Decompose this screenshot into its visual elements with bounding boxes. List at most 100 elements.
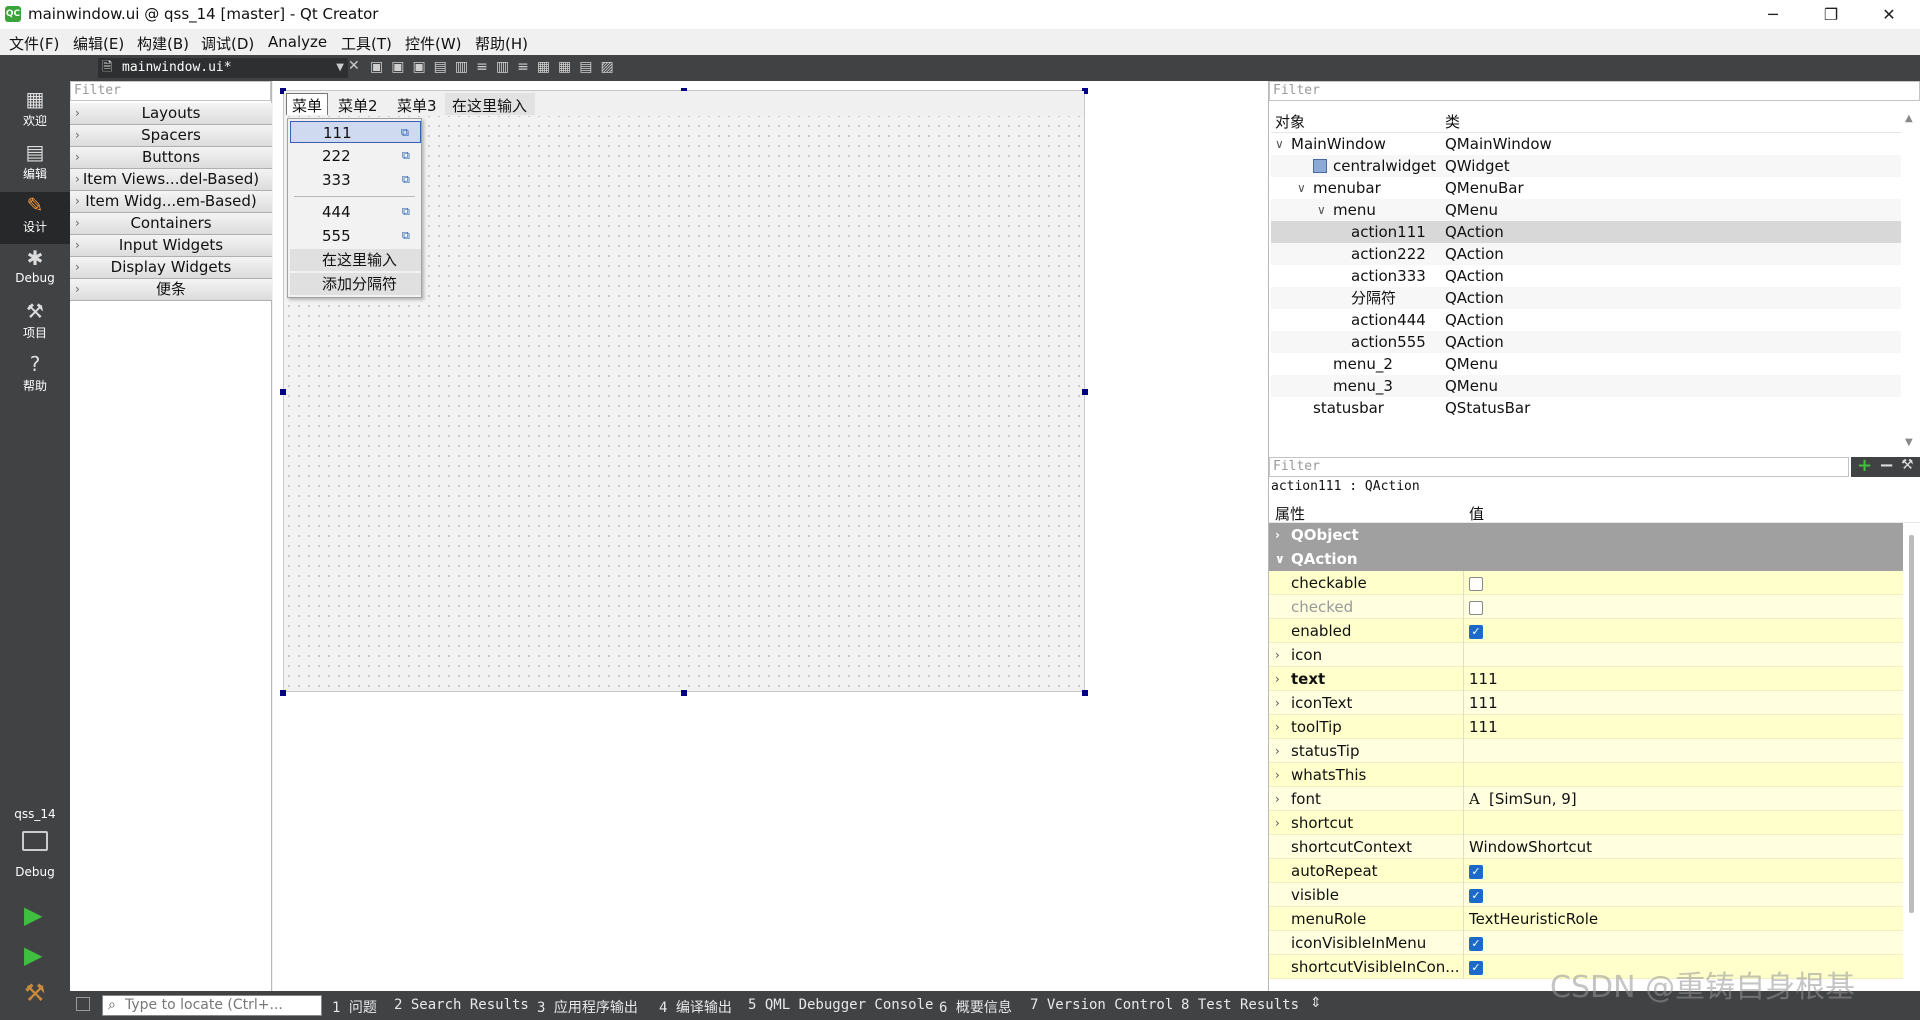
property-value[interactable]: [SimSun, 9]	[1489, 787, 1577, 811]
object-tree-row[interactable]: ∨ menubar QMenuBar	[1271, 177, 1901, 199]
more-tabs-icon[interactable]: ⇕	[1310, 995, 1322, 1011]
open-document-combo[interactable]: 🗎 mainwindow.ui* ▼	[98, 58, 348, 78]
property-row[interactable]: › toolTip 111	[1269, 715, 1903, 739]
object-tree-row[interactable]: menu_3 QMenu	[1271, 375, 1901, 397]
category-item-widgets[interactable]: › Item Widg...em-Based)	[70, 191, 272, 213]
property-checkbox[interactable]: ✓	[1469, 625, 1483, 639]
object-tree-row[interactable]: 分隔符 QAction	[1271, 287, 1901, 309]
popup-separator[interactable]	[294, 196, 415, 197]
property-row[interactable]: menuRole TextHeuristicRole	[1269, 907, 1903, 931]
remove-property-icon[interactable]: −	[1879, 455, 1894, 476]
tab-qml-console[interactable]: 5 QML Debugger Console	[748, 997, 933, 1013]
mode-welcome[interactable]: ▦ 欢迎	[0, 86, 70, 138]
mode-design[interactable]: ✎ 设计	[0, 192, 70, 244]
tab-general-messages[interactable]: 6 概要信息	[939, 997, 1012, 1017]
property-value[interactable]: TextHeuristicRole	[1469, 907, 1598, 931]
mode-debug[interactable]: ✱ Debug	[0, 245, 70, 297]
locator-input[interactable]: ⌕ Type to locate (Ctrl+...	[102, 995, 322, 1016]
chevron-right-icon[interactable]: ›	[1275, 643, 1280, 667]
object-tree-row[interactable]: ∨ menu QMenu	[1271, 199, 1901, 221]
property-scrollbar[interactable]	[1905, 523, 1919, 989]
object-tree-row[interactable]: statusbar QStatusBar	[1271, 397, 1901, 419]
menu-file[interactable]: 文件(F)	[9, 33, 59, 54]
tab-test-results[interactable]: 8 Test Results	[1181, 997, 1299, 1013]
menu-edit[interactable]: 编辑(E)	[73, 33, 124, 54]
minimize-button[interactable]: ─	[1744, 0, 1802, 29]
chevron-right-icon[interactable]: ›	[1275, 691, 1280, 715]
chevron-right-icon[interactable]: ›	[1275, 739, 1280, 763]
mode-project[interactable]: ⚒ 项目	[0, 298, 70, 350]
chevron-right-icon[interactable]: ›	[1275, 667, 1280, 691]
toggle-sidebar-icon[interactable]	[76, 997, 90, 1011]
tab-application-output[interactable]: 3 应用程序输出	[537, 997, 638, 1017]
menu-debug[interactable]: 调试(D)	[201, 33, 254, 54]
property-checkbox[interactable]: ✓	[1469, 865, 1483, 879]
category-input-widgets[interactable]: › Input Widgets	[70, 235, 272, 257]
property-checkbox[interactable]	[1469, 577, 1483, 591]
property-row[interactable]: iconVisibleInMenu ✓	[1269, 931, 1903, 955]
tab-issues[interactable]: 1 问题	[332, 997, 377, 1017]
property-group-header[interactable]: ∨ QAction	[1269, 547, 1903, 571]
monitor-icon[interactable]	[22, 831, 48, 851]
resize-handle[interactable]	[681, 690, 687, 696]
chevron-right-icon[interactable]: ›	[1275, 811, 1280, 835]
property-checkbox[interactable]: ✓	[1469, 889, 1483, 903]
property-value[interactable]: 111	[1469, 691, 1498, 715]
tab-search-results[interactable]: 2 Search Results	[394, 997, 529, 1013]
category-buttons[interactable]: › Buttons	[70, 147, 272, 169]
property-value[interactable]: 111	[1469, 715, 1498, 739]
property-row[interactable]: checkable	[1269, 571, 1903, 595]
close-button[interactable]: ✕	[1860, 0, 1918, 29]
add-property-icon[interactable]: +	[1857, 455, 1872, 476]
mode-edit[interactable]: ▤ 编辑	[0, 139, 70, 191]
category-spacers[interactable]: › Spacers	[70, 125, 272, 147]
property-group-header[interactable]: › QObject	[1269, 523, 1903, 547]
chevron-down-icon[interactable]: ∨	[1317, 199, 1326, 221]
property-row[interactable]: enabled ✓	[1269, 619, 1903, 643]
popup-add-separator[interactable]: 添加分隔符	[290, 273, 421, 295]
close-document-icon[interactable]: ✕	[348, 58, 360, 74]
tab-version-control[interactable]: 7 Version Control	[1030, 997, 1173, 1013]
category-layouts[interactable]: › Layouts	[70, 103, 272, 125]
object-tree-row[interactable]: ∨ MainWindow QMainWindow	[1271, 133, 1901, 155]
form-menu-2[interactable]: 菜单2	[338, 95, 378, 116]
chevron-right-icon[interactable]: ›	[1275, 787, 1280, 811]
form-menu-type-here[interactable]: 在这里输入	[452, 95, 527, 116]
chevron-right-icon[interactable]: ›	[1275, 715, 1280, 739]
property-checkbox[interactable]	[1469, 601, 1483, 615]
property-row[interactable]: visible ✓	[1269, 883, 1903, 907]
popup-item[interactable]: 111 ⧉	[290, 121, 421, 143]
category-notes[interactable]: › 便条	[70, 279, 272, 301]
object-tree-row[interactable]: action333 QAction	[1271, 265, 1901, 287]
property-checkbox[interactable]: ✓	[1469, 961, 1483, 975]
property-checkbox[interactable]: ✓	[1469, 937, 1483, 951]
menu-help[interactable]: 帮助(H)	[475, 33, 528, 54]
category-display-widgets[interactable]: › Display Widgets	[70, 257, 272, 279]
object-filter-input[interactable]: Filter	[1269, 81, 1920, 101]
layout-tools[interactable]: ▣▣▣▤▥≡▥≡▦▦▤▨	[370, 59, 622, 75]
menu-widgets[interactable]: 控件(W)	[405, 33, 462, 54]
menu-tools[interactable]: 工具(T)	[341, 33, 392, 54]
object-tree-row[interactable]: centralwidget QWidget	[1271, 155, 1901, 177]
object-tree-row[interactable]: action444 QAction	[1271, 309, 1901, 331]
build-hammer-icon[interactable]: ⚒	[24, 979, 46, 1007]
property-row[interactable]: › icon	[1269, 643, 1903, 667]
popup-type-here[interactable]: 在这里输入	[290, 249, 421, 271]
property-row[interactable]: autoRepeat ✓	[1269, 859, 1903, 883]
category-containers[interactable]: › Containers	[70, 213, 272, 235]
property-row[interactable]: shortcutContext WindowShortcut	[1269, 835, 1903, 859]
object-tree-row[interactable]: action222 QAction	[1271, 243, 1901, 265]
popup-item[interactable]: 333 ⧉	[290, 169, 421, 191]
property-value[interactable]: 111	[1469, 667, 1498, 691]
object-scrollbar[interactable]: ▲ ▼	[1901, 111, 1919, 451]
tab-compile-output[interactable]: 4 编译输出	[659, 997, 732, 1017]
maximize-button[interactable]: ❐	[1802, 0, 1860, 29]
popup-item[interactable]: 444 ⧉	[290, 201, 421, 223]
run-icon[interactable]: ▶	[24, 901, 42, 929]
debug-run-icon[interactable]: ▶	[24, 941, 42, 969]
property-row[interactable]: › text 111	[1269, 667, 1903, 691]
chevron-down-icon[interactable]: ∨	[1275, 133, 1284, 155]
object-tree-row[interactable]: action555 QAction	[1271, 331, 1901, 353]
property-row[interactable]: › shortcut	[1269, 811, 1903, 835]
scroll-thumb[interactable]	[1909, 535, 1914, 913]
